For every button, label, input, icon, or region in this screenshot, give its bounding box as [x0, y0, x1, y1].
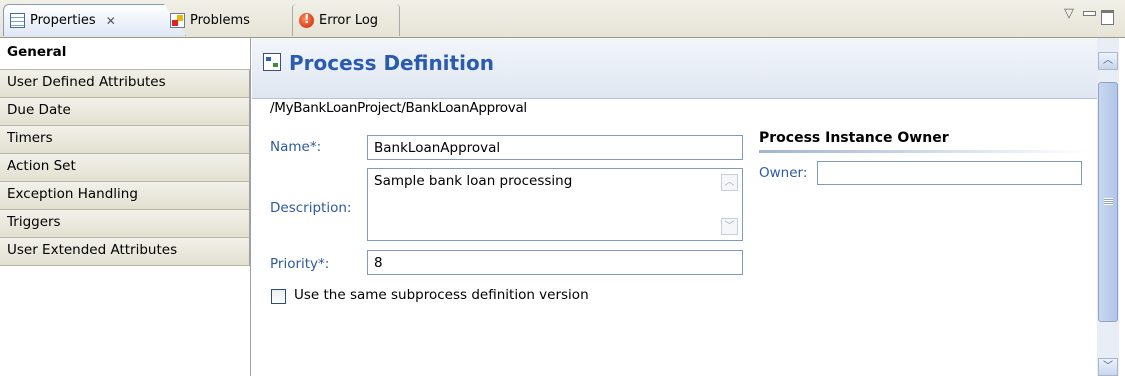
process-definition-icon — [263, 53, 281, 71]
owner-label: Owner: — [759, 165, 808, 181]
resource-path: /MyBankLoanProject/BankLoanApproval — [270, 100, 527, 116]
description-field[interactable]: Sample bank loan processing ︿ ﹀ — [367, 168, 743, 241]
sidebar-item-exception-handling[interactable]: Exception Handling — [0, 182, 250, 210]
sidebar-item-timers[interactable]: Timers — [0, 126, 250, 154]
sidebar-item-user-extended-attributes[interactable]: User Extended Attributes — [0, 238, 250, 266]
description-scrollbar[interactable]: ︿ ﹀ — [717, 170, 741, 239]
section-divider — [759, 150, 1089, 153]
scroll-up-icon[interactable]: ︿ — [721, 174, 738, 191]
tab-label: Error Log — [319, 12, 379, 28]
properties-view: Properties ✕ Problems Error Log ▽ Genera… — [0, 0, 1125, 376]
tab-error-log[interactable]: Error Log — [292, 4, 400, 36]
close-icon[interactable]: ✕ — [106, 14, 116, 28]
tab-properties[interactable]: Properties ✕ — [3, 4, 186, 36]
sidebar-item-action-set[interactable]: Action Set — [0, 154, 250, 182]
tab-problems[interactable]: Problems — [164, 4, 296, 36]
description-text: Sample bank loan processing — [374, 173, 573, 189]
vertical-scrollbar[interactable]: ︿ ﹀ — [1097, 38, 1119, 376]
scroll-down-icon[interactable]: ﹀ — [721, 218, 738, 235]
page-title: Process Definition — [289, 51, 494, 75]
minimize-icon[interactable] — [1083, 11, 1096, 16]
scroll-thumb[interactable] — [1098, 82, 1118, 322]
sidebar-item-user-defined-attributes[interactable]: User Defined Attributes — [0, 70, 250, 98]
properties-icon — [10, 13, 25, 28]
problems-icon — [170, 12, 185, 28]
grip-icon — [1104, 198, 1113, 205]
priority-field[interactable] — [367, 250, 743, 275]
sidebar-item-due-date[interactable]: Due Date — [0, 98, 250, 126]
name-label: Name*: — [270, 139, 322, 155]
panel-header: Process Definition — [252, 38, 1097, 99]
general-properties-panel: Process Definition /MyBankLoanProject/Ba… — [252, 38, 1097, 376]
view-tab-bar: Properties ✕ Problems Error Log ▽ — [0, 0, 1125, 38]
name-field[interactable] — [367, 135, 743, 160]
description-label: Description: — [270, 200, 352, 216]
checkbox-label: Use the same subprocess definition versi… — [294, 287, 589, 303]
view-menu-icon[interactable]: ▽ — [1064, 6, 1074, 21]
maximize-icon[interactable] — [1101, 10, 1114, 25]
tab-label: Properties — [30, 13, 96, 28]
tab-label: Problems — [190, 12, 250, 28]
scroll-down-icon[interactable]: ﹀ — [1098, 358, 1118, 376]
priority-label: Priority*: — [270, 256, 330, 272]
sidebar-item-triggers[interactable]: Triggers — [0, 210, 250, 238]
scroll-up-icon[interactable]: ︿ — [1098, 52, 1118, 70]
error-log-icon — [299, 12, 314, 28]
property-tabs-sidebar: General User Defined Attributes Due Date… — [0, 38, 251, 376]
sidebar-item-general[interactable]: General — [0, 38, 250, 70]
section-title: Process Instance Owner — [759, 130, 949, 146]
same-subprocess-version-checkbox[interactable] — [271, 289, 286, 304]
owner-field[interactable] — [817, 161, 1082, 185]
